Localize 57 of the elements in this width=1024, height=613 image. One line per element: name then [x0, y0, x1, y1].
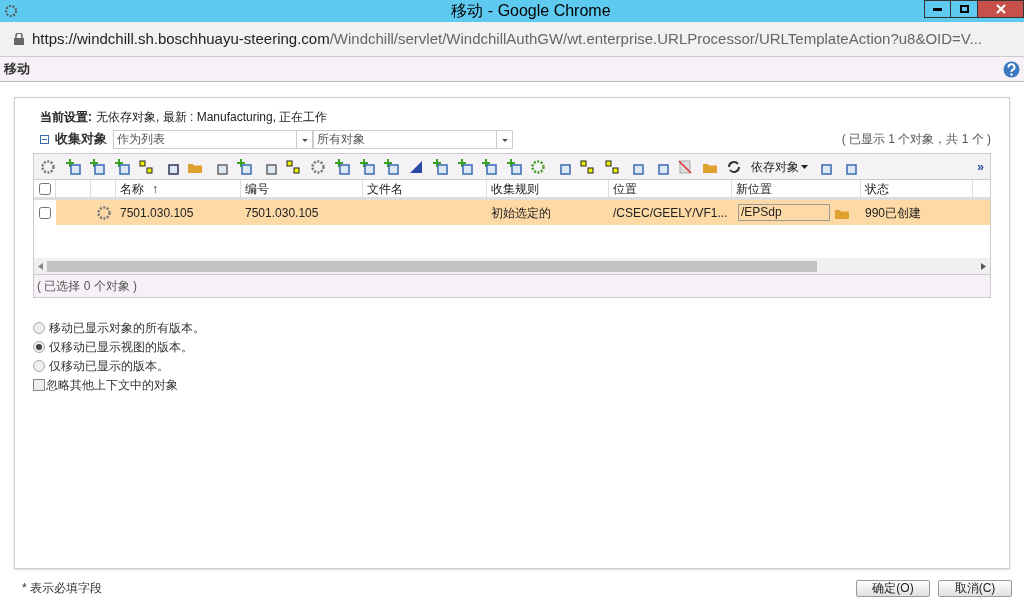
- collapse-toggle[interactable]: [40, 134, 49, 144]
- column-header[interactable]: 位置: [609, 180, 732, 197]
- scroll-left-icon[interactable]: [38, 262, 43, 270]
- table-cell: 990已创建: [865, 205, 922, 220]
- radio-button[interactable]: [33, 341, 45, 353]
- table-cell: 7501.030.105: [120, 205, 194, 220]
- more-button[interactable]: »: [977, 157, 984, 176]
- row-checkbox[interactable]: [39, 206, 51, 219]
- collect-label: 收集对象: [55, 130, 107, 149]
- maximize-button[interactable]: [951, 0, 978, 18]
- checkbox-label: 忽略其他上下文中的对象: [46, 377, 178, 394]
- column-header[interactable]: 编号: [241, 180, 363, 197]
- table-cell: 7501.030.105: [245, 205, 319, 220]
- app-icon: [4, 4, 18, 18]
- filter-dropdown[interactable]: 所有对象: [313, 129, 513, 149]
- column-header[interactable]: 文件名: [363, 180, 487, 197]
- refresh-icon[interactable]: [726, 158, 742, 175]
- selection-count: ( 已选择 0 个对象 ): [37, 278, 137, 295]
- object-count: ( 已显示 1 个对象，共 1 个 ): [841, 131, 991, 148]
- url-text: https://windchill.sh.boschhuayu-steering.com/Windchill/servlet/WindchillAuthGW/wt.enterprise.URLProcessor/URLTemplateAction?u8&OID=V...: [32, 28, 982, 49]
- scroll-right-icon[interactable]: [981, 262, 986, 270]
- option-label: 仅移动已显示视图的版本。: [49, 339, 193, 356]
- cancel-button[interactable]: 取消(C): [938, 579, 1012, 597]
- page-title: 移动: [4, 60, 30, 79]
- ok-button[interactable]: 确定(O): [856, 579, 930, 597]
- help-icon[interactable]: [1003, 60, 1020, 78]
- radio-button[interactable]: [33, 360, 45, 372]
- option-label: 仅移动已显示的版本。: [49, 358, 169, 375]
- settings-label: 当前设置:: [40, 109, 92, 126]
- close-button[interactable]: [978, 0, 1024, 18]
- gear-icon[interactable]: [309, 158, 326, 175]
- required-note: * 表示必填字段: [22, 580, 102, 597]
- lock-icon: [14, 33, 24, 45]
- mode-dropdown[interactable]: 作为列表: [113, 129, 313, 149]
- table-row[interactable]: 7501.030.105 7501.030.105 初始选定的 /CSEC/GEELY/VF1... /EPSdp 990已创建: [34, 200, 990, 225]
- column-header[interactable]: 名称 ↑: [116, 180, 241, 197]
- checkbox[interactable]: [33, 379, 45, 391]
- address-bar[interactable]: https://windchill.sh.boschhuayu-steering.com/Windchill/servlet/WindchillAuthGW/wt.enterprise.URLProcessor/URLTemplateAction?u8&OID=V...: [0, 22, 1024, 57]
- page-cross-icon[interactable]: [677, 158, 693, 175]
- gear-icon[interactable]: [40, 158, 56, 175]
- column-header[interactable]: 收集规则: [487, 180, 609, 197]
- table-cell: /CSEC/GEELY/VF1...: [613, 205, 728, 220]
- new-location-field[interactable]: /EPSdp: [738, 204, 830, 221]
- column-header[interactable]: 状态: [861, 180, 973, 197]
- column-header[interactable]: 新位置: [732, 180, 861, 197]
- caret-icon: [800, 165, 808, 170]
- gear-icon[interactable]: [95, 204, 112, 221]
- option-label: 移动已显示对象的所有版本。: [49, 320, 205, 337]
- minimize-button[interactable]: [924, 0, 951, 18]
- select-all-checkbox[interactable]: [38, 182, 51, 195]
- settings-value: 无依存对象, 最新 : Manufacturing, 正在工作: [96, 109, 328, 126]
- dependents-menu[interactable]: 依存对象: [750, 157, 808, 176]
- horizontal-scrollbar[interactable]: [34, 258, 990, 274]
- close-icon: [995, 4, 1006, 14]
- radio-button[interactable]: [33, 322, 45, 334]
- table-cell: 初始选定的: [491, 205, 551, 220]
- window-title: 移动 - Google Chrome: [450, 1, 612, 21]
